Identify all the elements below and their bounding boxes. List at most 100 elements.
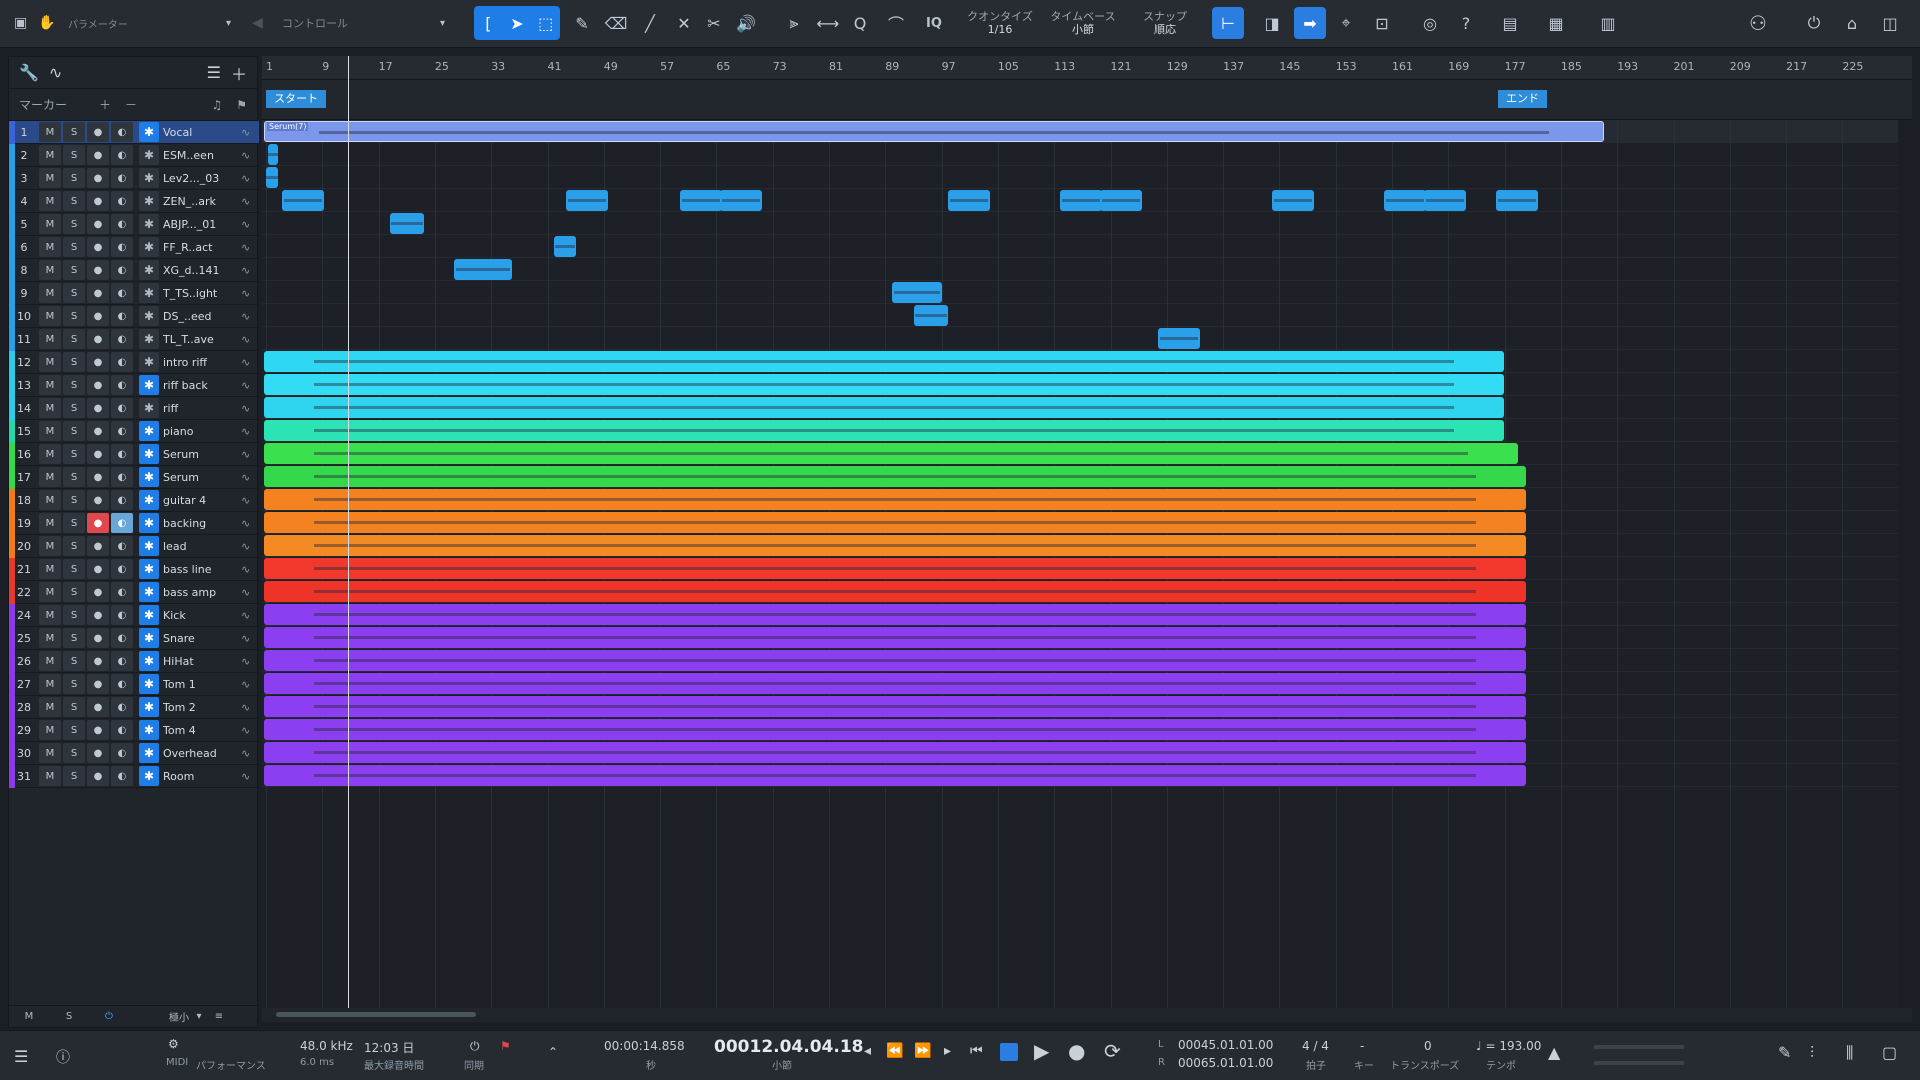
track-header[interactable]: 21 M S ● ◐ ✱ bass line ∿ — [9, 558, 259, 581]
track-header[interactable]: 1 M S ● ◐ ✱ Vocal ∿ — [9, 121, 259, 144]
instrument-icon[interactable]: ✱ — [139, 605, 159, 625]
solo-button[interactable]: S — [63, 168, 85, 188]
eraser-icon[interactable]: ⌫ — [600, 6, 632, 40]
solo-button[interactable]: S — [63, 444, 85, 464]
arrangement-area[interactable]: Serum(7) — [262, 120, 1898, 1018]
faders-icon[interactable]: ⫼ — [1846, 1043, 1853, 1063]
solo-button[interactable]: S — [63, 674, 85, 694]
end-marker[interactable]: エンド — [1498, 90, 1547, 108]
listen-icon[interactable]: 🔊 — [730, 6, 762, 40]
automation-icon[interactable]: ∿ — [241, 149, 259, 162]
event-clip[interactable] — [680, 190, 722, 211]
record-arm-button[interactable]: ● — [87, 605, 109, 625]
track-header[interactable]: 30 M S ● ◐ ✱ Overhead ∿ — [9, 742, 259, 765]
instrument-icon[interactable]: ✱ — [139, 306, 159, 326]
mute-button[interactable]: M — [39, 467, 61, 487]
note-icon[interactable]: ♫ — [211, 98, 222, 112]
bend-icon[interactable]: ⫸ — [778, 6, 810, 40]
window-icon[interactable]: ◫ — [1874, 6, 1906, 40]
record-arm-button[interactable]: ● — [87, 444, 109, 464]
start-marker[interactable]: スタート — [266, 90, 326, 108]
metronome-icon[interactable]: ⌒ — [880, 6, 912, 40]
menu-icon[interactable]: ≡ — [209, 1011, 229, 1022]
instrument-icon[interactable]: ✱ — [139, 536, 159, 556]
mute-button[interactable]: M — [39, 766, 61, 786]
record-arm-button[interactable]: ● — [87, 467, 109, 487]
mute-button[interactable]: M — [39, 283, 61, 303]
monitor-button[interactable]: ◐ — [111, 168, 133, 188]
track-header[interactable]: 24 M S ● ◐ ✱ Kick ∿ — [9, 604, 259, 627]
event-clip[interactable] — [264, 719, 1526, 740]
automation-icon[interactable]: ∿ — [241, 448, 259, 461]
grid-icon[interactable]: ▦ — [1540, 6, 1572, 40]
snap-select[interactable]: スナップ 順応 — [1130, 6, 1200, 40]
iq-button[interactable]: IQ — [926, 6, 942, 40]
solo-button[interactable]: S — [63, 743, 85, 763]
event-clip[interactable] — [264, 581, 1526, 602]
track-header[interactable]: 8 M S ● ◐ ✱ XG_d..141 ∿ — [9, 259, 259, 282]
track-header[interactable]: 26 M S ● ◐ ✱ HiHat ∿ — [9, 650, 259, 673]
record-arm-button[interactable]: ● — [87, 214, 109, 234]
record-arm-button[interactable]: ● — [87, 582, 109, 602]
key-value[interactable]: - — [1360, 1039, 1364, 1053]
track-header[interactable]: 20 M S ● ◐ ✱ lead ∿ — [9, 535, 259, 558]
monitor-button[interactable]: ◐ — [111, 674, 133, 694]
back-icon[interactable]: ◀ — [252, 6, 263, 40]
record-arm-button[interactable]: ● — [87, 237, 109, 257]
footer-mute[interactable]: M — [9, 1011, 49, 1022]
monitor-button[interactable]: ◐ — [111, 628, 133, 648]
event-clip[interactable] — [264, 765, 1526, 786]
snap-toggle[interactable]: ⊢ — [1212, 6, 1244, 40]
track-header[interactable]: 29 M S ● ◐ ✱ Tom 4 ∿ — [9, 719, 259, 742]
monitor-button[interactable]: ◐ — [111, 122, 133, 142]
return-start-icon[interactable]: ⏮ — [970, 1043, 983, 1059]
menu-icon[interactable]: ☰ — [14, 1047, 28, 1066]
solo-button[interactable]: S — [63, 582, 85, 602]
solo-button[interactable]: S — [63, 214, 85, 234]
autoscroll-toggle[interactable]: ➡ — [1294, 6, 1326, 40]
instrument-icon[interactable]: ✱ — [139, 444, 159, 464]
monitor-button[interactable]: ◐ — [111, 398, 133, 418]
automation-icon[interactable]: ∿ — [241, 333, 259, 346]
instrument-icon[interactable]: ✱ — [139, 191, 159, 211]
event-clip[interactable] — [914, 305, 948, 326]
event-clip[interactable] — [264, 512, 1526, 533]
footer-sync-icon[interactable]: ⏻ — [89, 1011, 129, 1022]
instrument-icon[interactable]: ✱ — [139, 145, 159, 165]
zoom-icon[interactable]: Q — [844, 6, 876, 40]
automation-icon[interactable]: ∿ — [241, 287, 259, 300]
solo-button[interactable]: S — [63, 352, 85, 372]
mute-button[interactable]: M — [39, 375, 61, 395]
monitor-button[interactable]: ◐ — [111, 191, 133, 211]
track-header[interactable]: 31 M S ● ◐ ✱ Room ∿ — [9, 765, 259, 788]
loop-end[interactable]: 00065.01.01.00 — [1178, 1056, 1273, 1070]
playhead[interactable] — [348, 56, 349, 1018]
fast-forward-icon[interactable]: ⏩ — [914, 1043, 931, 1059]
solo-button[interactable]: S — [63, 651, 85, 671]
mute-button[interactable]: M — [39, 214, 61, 234]
pencil-icon[interactable]: ✎ — [566, 6, 598, 40]
track-header[interactable]: 17 M S ● ◐ ✱ Serum ∿ — [9, 466, 259, 489]
arrow-tool-icon[interactable]: ➤ — [503, 7, 532, 39]
track-lane[interactable] — [262, 235, 1898, 258]
event-clip[interactable] — [264, 627, 1526, 648]
split-view-icon[interactable]: ◨ — [1256, 6, 1288, 40]
punch-in-icon[interactable]: ⚑ — [500, 1039, 511, 1053]
record-arm-button[interactable]: ● — [87, 766, 109, 786]
track-lane[interactable] — [262, 166, 1898, 189]
event-clip[interactable] — [264, 742, 1526, 763]
mute-button[interactable]: M — [39, 720, 61, 740]
solo-button[interactable]: S — [63, 490, 85, 510]
remove-marker-icon[interactable]: － — [125, 96, 137, 113]
record-arm-button[interactable]: ● — [87, 674, 109, 694]
tempo-value[interactable]: ♩ = 193.00 — [1476, 1039, 1541, 1053]
record-arm-button[interactable]: ● — [87, 398, 109, 418]
instrument-icon[interactable]: ✱ — [139, 628, 159, 648]
track-header[interactable]: 3 M S ● ◐ ✱ Lev2..._03 ∿ — [9, 167, 259, 190]
mute-button[interactable]: M — [39, 191, 61, 211]
automation-icon[interactable]: ∿ — [241, 402, 259, 415]
mute-button[interactable]: M — [39, 329, 61, 349]
track-lane[interactable] — [262, 327, 1898, 350]
mute-button[interactable]: M — [39, 559, 61, 579]
footer-zoom[interactable]: 極小 — [129, 1009, 189, 1024]
